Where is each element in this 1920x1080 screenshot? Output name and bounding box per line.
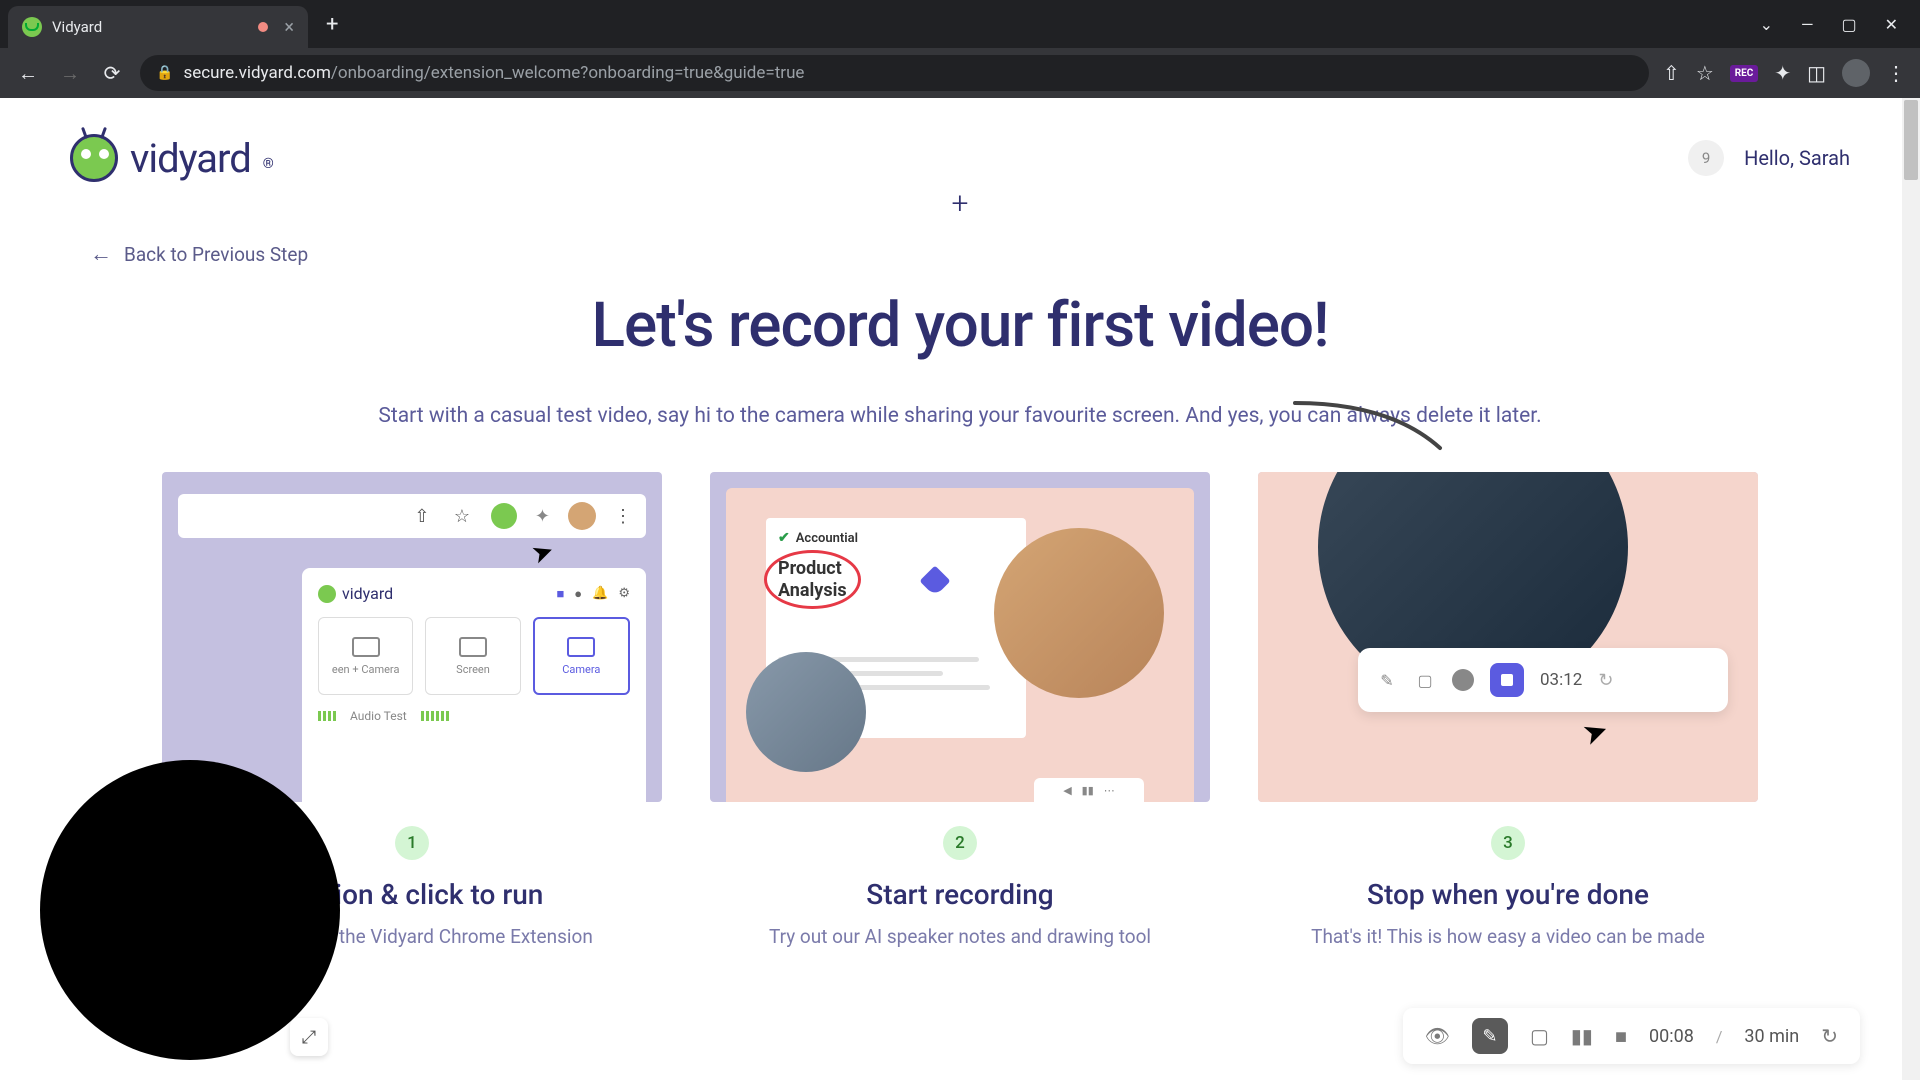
tab-dropdown-icon[interactable]: ⌄ (1760, 15, 1773, 34)
vidyard-extension-icon (491, 503, 517, 529)
star-icon: ☆ (451, 505, 473, 527)
plus-icon: + (952, 186, 969, 221)
recording-toolbar[interactable]: 👁 ✎ ▢ ▮▮ ■ 00:08 / 30 min ↻ (1403, 1008, 1860, 1064)
url-host: secure.vidyard.com (183, 63, 330, 83)
notes-icon[interactable]: ▢ (1530, 1024, 1549, 1048)
tab-favicon-icon (22, 17, 42, 37)
step-card-2: ✔Accountial Product Analysis ◀▮▮⋯ 2 Star… (710, 472, 1210, 948)
photo-circle-2 (746, 652, 866, 772)
step-number-1: 1 (395, 826, 429, 860)
back-button[interactable]: ← (14, 61, 42, 86)
step-2-illustration: ✔Accountial Product Analysis ◀▮▮⋯ (710, 472, 1210, 802)
webcam-bubble[interactable] (40, 760, 340, 1060)
logo-bug-icon (70, 134, 118, 182)
recording-time: 03:12 (1540, 670, 1582, 690)
page-header: vidyard® 9 Hello, Sarah (0, 98, 1920, 192)
refresh-icon: ↻ (1598, 670, 1613, 691)
back-to-previous-step-link[interactable]: ← Back to Previous Step (0, 221, 1920, 267)
mode-screen-camera: een + Camera (332, 663, 400, 676)
step-2-title: Start recording (710, 878, 1210, 911)
avatar-icon (568, 502, 596, 530)
cursor-icon: ➤ (528, 535, 559, 571)
restart-icon[interactable]: ↻ (1821, 1024, 1838, 1048)
step-card-3: ✎ ▢ 03:12 ↻ ➤ 3 Stop when you're done Th… (1258, 472, 1758, 948)
share-icon[interactable]: ⇧ (1663, 61, 1680, 85)
draw-tool-button[interactable]: ✎ (1472, 1018, 1508, 1054)
step-number-3: 3 (1491, 826, 1525, 860)
maximize-icon[interactable]: ▢ (1841, 15, 1856, 34)
close-tab-icon[interactable]: × (284, 17, 294, 38)
pen-icon (919, 565, 950, 596)
eye-icon[interactable]: 👁 (1425, 1024, 1450, 1048)
greeting-text: Hello, Sarah (1744, 146, 1850, 170)
screen-icon: ▢ (1414, 669, 1436, 691)
page-title: Let's record your first video! (0, 289, 1920, 362)
browser-tab-strip: Vidyard × + ⌄ ― ▢ ✕ (0, 0, 1920, 48)
page-content: vidyard® 9 Hello, Sarah + ← Back to Prev… (0, 98, 1920, 1080)
url-path: /onboarding/extension_welcome?onboarding… (331, 63, 805, 83)
step-3-title: Stop when you're done (1258, 878, 1758, 911)
profile-avatar-icon[interactable] (1842, 59, 1870, 87)
window-controls: ⌄ ― ▢ ✕ (1760, 15, 1920, 34)
reload-button[interactable]: ⟳ (98, 61, 126, 85)
menu-icon[interactable]: ⋮ (1886, 61, 1906, 85)
stop-button-icon (1490, 663, 1524, 697)
vidyard-logo[interactable]: vidyard® (70, 134, 274, 182)
photo-circle-1 (994, 528, 1164, 698)
step-1-illustration: ⇧ ☆ ✦ ⋮ ➤ vidyard ■●🔔⚙ een + Camera Scre (162, 472, 662, 802)
extensions-icon[interactable]: ✦ (1774, 61, 1791, 85)
new-tab-button[interactable]: + (326, 12, 338, 37)
recording-indicator-icon (258, 22, 268, 32)
tab-title: Vidyard (52, 18, 248, 36)
audio-test-label: Audio Test (350, 709, 407, 723)
step-2-desc: Try out our AI speaker notes and drawing… (710, 925, 1210, 948)
side-panel-icon[interactable]: ◫ (1807, 61, 1826, 85)
browser-toolbar: ← → ⟳ 🔒 secure.vidyard.com/onboarding/ex… (0, 48, 1920, 98)
minimize-icon[interactable]: ― (1801, 15, 1814, 34)
step-3-desc: That's it! This is how easy a video can … (1258, 925, 1758, 948)
pause-icon[interactable]: ▮▮ (1571, 1024, 1593, 1048)
lock-icon: 🔒 (156, 65, 173, 81)
rec-extension-badge[interactable]: REC (1730, 65, 1759, 82)
step-3-illustration: ✎ ▢ 03:12 ↻ ➤ (1258, 472, 1758, 802)
time-separator: / (1716, 1027, 1723, 1046)
dots-icon: ⋮ (614, 506, 632, 527)
curve-decoration-icon (1290, 398, 1450, 458)
step-number-2: 2 (943, 826, 977, 860)
accountial-brand: Accountial (796, 531, 858, 546)
notification-badge[interactable]: 9 (1688, 140, 1724, 176)
back-link-text: Back to Previous Step (124, 243, 308, 266)
elapsed-time: 00:08 (1649, 1026, 1694, 1047)
browser-tab[interactable]: Vidyard × (8, 6, 308, 48)
expand-webcam-button[interactable]: ⤢ (290, 1018, 328, 1056)
close-window-icon[interactable]: ✕ (1885, 15, 1898, 34)
arrow-left-icon: ← (90, 241, 112, 267)
user-greeting: 9 Hello, Sarah (1688, 140, 1850, 176)
forward-button[interactable]: → (56, 61, 84, 86)
cursor-icon: ➤ (1578, 712, 1614, 753)
share-icon: ⇧ (411, 505, 433, 527)
mode-screen: Screen (456, 663, 490, 676)
scrollbar[interactable] (1902, 98, 1920, 1080)
puzzle-icon: ✦ (535, 506, 550, 527)
logo-text: vidyard (130, 135, 251, 182)
pen-icon: ✎ (1376, 669, 1398, 691)
record-dot-icon (1452, 669, 1474, 691)
plus-decoration: + (0, 186, 1920, 221)
mode-camera: Camera (562, 663, 600, 676)
bookmark-icon[interactable]: ☆ (1696, 61, 1714, 85)
panel-brand: vidyard (342, 584, 393, 603)
page-subtitle: Start with a casual test video, say hi t… (0, 404, 1920, 428)
address-bar[interactable]: 🔒 secure.vidyard.com/onboarding/extensio… (140, 55, 1649, 91)
total-time: 30 min (1744, 1026, 1799, 1047)
stop-icon[interactable]: ■ (1615, 1024, 1627, 1049)
